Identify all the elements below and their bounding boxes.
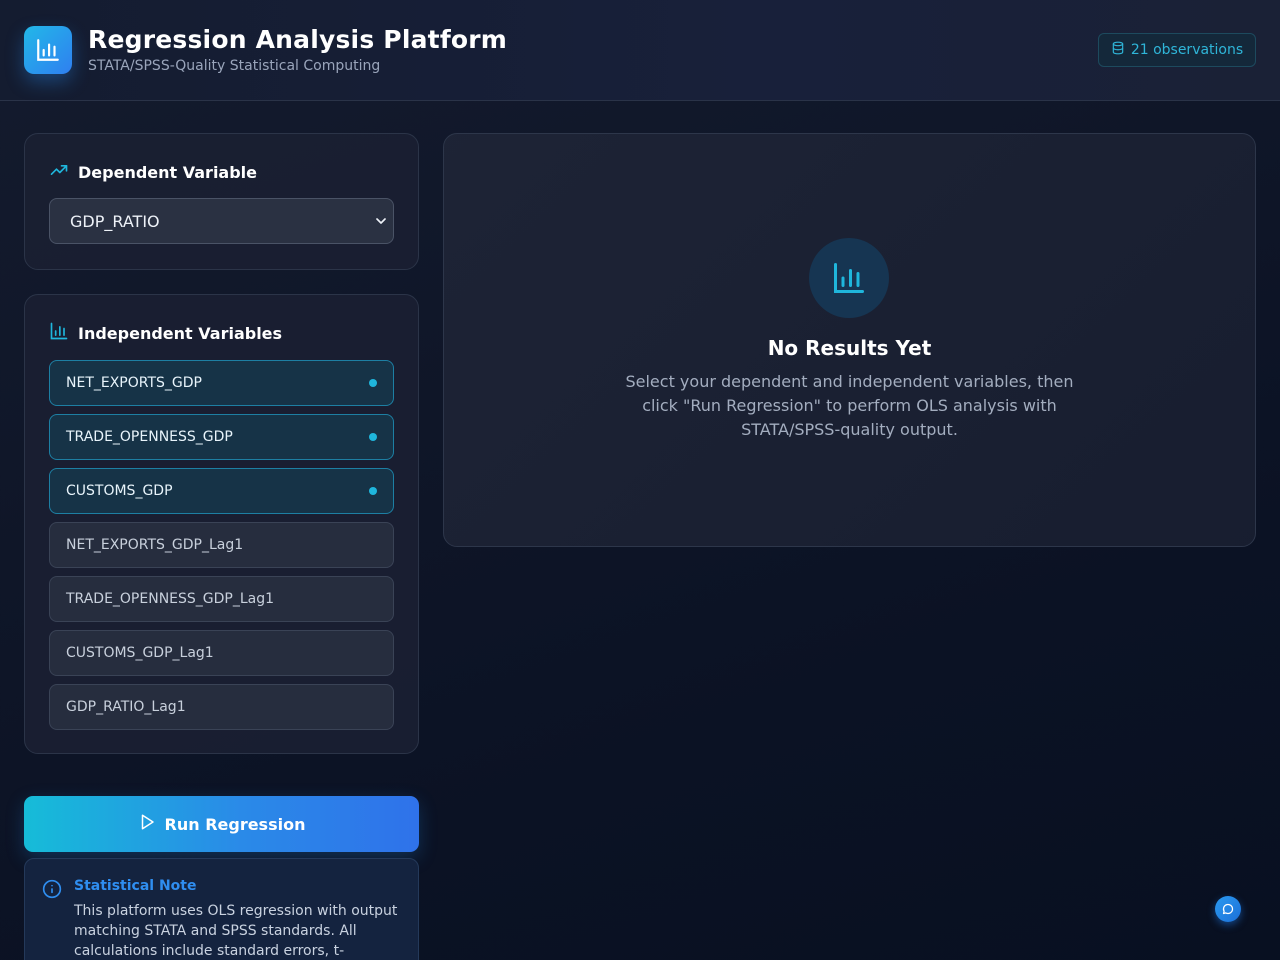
independent-variables-title: Independent Variables (78, 323, 283, 343)
statistical-note-title: Statistical Note (74, 878, 197, 894)
variable-label: NET_EXPORTS_GDP (66, 375, 202, 391)
selected-indicator (369, 433, 377, 441)
bar-chart-icon (809, 238, 889, 318)
bar-chart-icon (49, 321, 69, 345)
dependent-variable-value: GDP_RATIO (70, 211, 160, 231)
results-panel: No Results Yet Select your dependent and… (443, 133, 1256, 547)
variable-option-net-exports-gdp-lag1[interactable]: NET_EXPORTS_GDP_Lag1 (49, 522, 394, 568)
observations-badge: 21 observations (1098, 33, 1256, 67)
statistical-note: Statistical Note This platform uses OLS … (24, 858, 419, 960)
selected-indicator (369, 379, 377, 387)
results-empty-title: No Results Yet (767, 336, 932, 360)
variable-option-net-exports-gdp[interactable]: NET_EXPORTS_GDP (49, 360, 394, 406)
dependent-variable-heading: Dependent Variable (49, 160, 257, 184)
run-regression-label: Run Regression (164, 814, 306, 834)
variable-option-gdp-ratio-lag1[interactable]: GDP_RATIO_Lag1 (49, 684, 394, 730)
variable-label: CUSTOMS_GDP_Lag1 (66, 645, 214, 661)
variable-option-trade-openness-gdp[interactable]: TRADE_OPENNESS_GDP (49, 414, 394, 460)
app-header: Regression Analysis Platform STATA/SPSS-… (0, 0, 1280, 101)
info-icon (42, 879, 62, 903)
chat-button[interactable] (1215, 896, 1241, 922)
play-icon (138, 813, 156, 835)
dependent-variable-title: Dependent Variable (78, 162, 258, 182)
variable-label: TRADE_OPENNESS_GDP_Lag1 (66, 591, 275, 607)
run-regression-button[interactable]: Run Regression (24, 796, 419, 852)
variable-label: GDP_RATIO_Lag1 (66, 699, 186, 715)
trending-up-icon (49, 160, 69, 184)
statistical-note-body: This platform uses OLS regression with o… (74, 903, 398, 959)
app-title: Regression Analysis Platform (88, 25, 508, 54)
chat-icon (1222, 900, 1234, 919)
selected-indicator (369, 487, 377, 495)
variable-option-customs-gdp[interactable]: CUSTOMS_GDP (49, 468, 394, 514)
dependent-variable-select[interactable]: GDP_RATIO (49, 198, 394, 244)
variable-option-trade-openness-gdp-lag1[interactable]: TRADE_OPENNESS_GDP_Lag1 (49, 576, 394, 622)
app-subtitle: STATA/SPSS-Quality Statistical Computing (88, 58, 381, 74)
observations-count: 21 observations (1130, 42, 1244, 58)
variable-option-customs-gdp-lag1[interactable]: CUSTOMS_GDP_Lag1 (49, 630, 394, 676)
chevron-down-icon (373, 213, 389, 233)
database-icon (1111, 41, 1125, 59)
independent-variables-heading: Independent Variables (49, 321, 282, 345)
variable-label: NET_EXPORTS_GDP_Lag1 (66, 537, 244, 553)
bar-chart-icon (24, 26, 72, 74)
variable-label: CUSTOMS_GDP (66, 483, 173, 499)
independent-variables-card: Independent Variables NET_EXPORTS_GDP TR… (24, 294, 419, 754)
variable-label: TRADE_OPENNESS_GDP (66, 429, 233, 445)
results-empty-description: Select your dependent and independent va… (625, 372, 1074, 439)
dependent-variable-card: Dependent Variable GDP_RATIO (24, 133, 419, 270)
